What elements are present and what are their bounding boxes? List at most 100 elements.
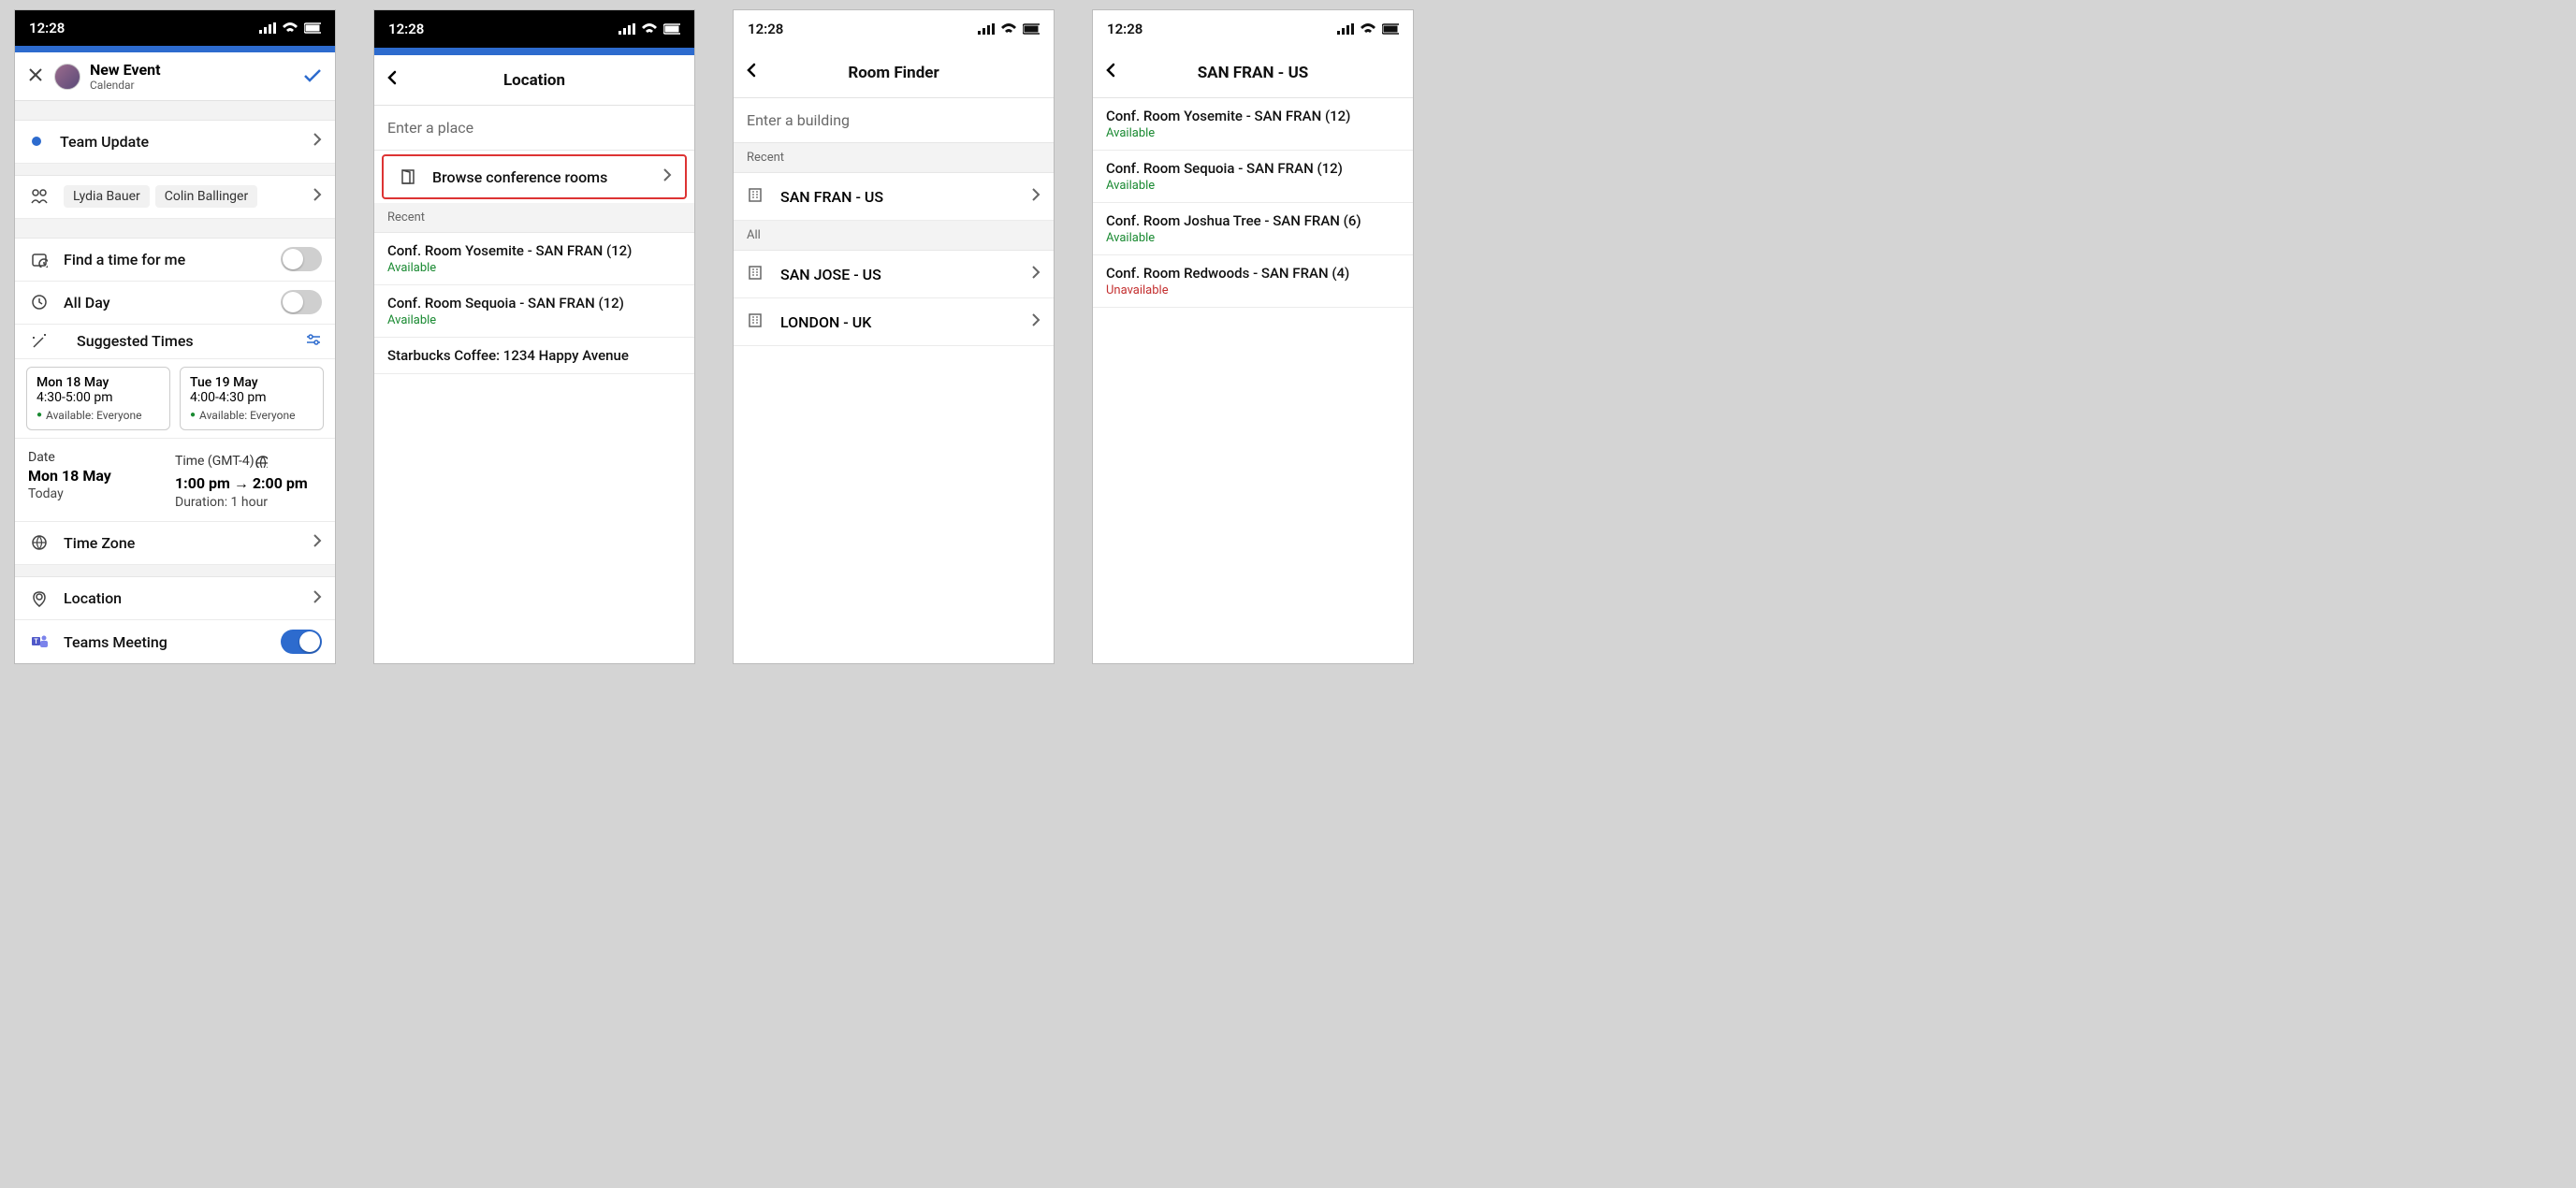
room-name: Conf. Room Joshua Tree - SAN FRAN (6): [1106, 212, 1400, 229]
teams-meeting-row[interactable]: Teams Meeting: [15, 620, 335, 663]
room-item[interactable]: Conf. Room Sequoia - SAN FRAN (12) Avail…: [1093, 151, 1413, 203]
blue-strip: [15, 46, 335, 53]
header-title: New Event: [90, 61, 303, 79]
date-time-grid[interactable]: Date Mon 18 May Today Time (GMT-4) 1:00 …: [15, 439, 335, 522]
room-status: Available: [1106, 231, 1400, 245]
browse-label: Browse conference rooms: [432, 168, 662, 186]
card-availability: Available: Everyone: [36, 409, 160, 422]
chevron-right-icon: [313, 533, 322, 552]
page-title: Room Finder: [848, 64, 939, 82]
phone-new-event: 12:28 New Event Calendar Team Update Lyd…: [14, 9, 336, 664]
room-item[interactable]: Conf. Room Redwoods - SAN FRAN (4) Unava…: [1093, 255, 1413, 308]
people-icon: [28, 188, 51, 205]
chevron-right-icon: [662, 167, 672, 186]
timezone-row[interactable]: Time Zone: [15, 522, 335, 565]
location-label: Location: [64, 589, 313, 607]
event-title-row[interactable]: Team Update: [15, 121, 335, 164]
time-card[interactable]: Mon 18 May 4:30-5:00 pm Available: Every…: [26, 367, 170, 430]
blue-strip: [374, 48, 694, 55]
battery-icon: [663, 23, 680, 35]
teams-toggle[interactable]: [281, 630, 322, 654]
attendee-chip[interactable]: Lydia Bauer: [64, 185, 150, 208]
time-label-row: Time (GMT-4): [175, 450, 322, 472]
chevron-right-icon: [313, 187, 322, 206]
confirm-icon[interactable]: [303, 67, 322, 86]
building-name: SAN FRAN - US: [780, 188, 1031, 206]
find-time-row[interactable]: Find a time for me: [15, 239, 335, 282]
recent-section-label: Recent: [734, 143, 1054, 173]
battery-icon: [1382, 23, 1399, 35]
wifi-icon: [282, 22, 298, 34]
signal-icon: [619, 23, 635, 35]
find-time-label: Find a time for me: [64, 251, 281, 268]
calendar-clock-icon: [28, 251, 51, 268]
room-status: Unavailable: [1106, 283, 1400, 297]
date-value: Mon 18 May: [28, 467, 175, 485]
spacer: [15, 101, 335, 121]
close-icon[interactable]: [28, 67, 43, 86]
chevron-right-icon: [1031, 187, 1041, 206]
globe-icon: [28, 534, 51, 551]
wifi-icon: [1360, 23, 1376, 35]
room-name: Conf. Room Yosemite - SAN FRAN (12): [387, 242, 681, 259]
suggested-cards: Mon 18 May 4:30-5:00 pm Available: Every…: [15, 359, 335, 439]
chevron-right-icon: [1031, 265, 1041, 283]
duration: Duration: 1 hour: [175, 495, 322, 510]
attendee-chip[interactable]: Colin Ballinger: [155, 185, 257, 208]
wand-icon: [28, 333, 51, 350]
avatar: [54, 64, 80, 90]
battery-icon: [1023, 23, 1040, 35]
room-status: Available: [1106, 179, 1400, 193]
building-item[interactable]: SAN JOSE - US: [734, 251, 1054, 298]
status-bar: 12:28: [374, 10, 694, 48]
location-row[interactable]: Location: [15, 577, 335, 620]
status-time: 12:28: [1107, 21, 1142, 37]
building-search-input[interactable]: Enter a building: [734, 98, 1054, 143]
attendees-row[interactable]: Lydia Bauer Colin Ballinger: [15, 176, 335, 219]
browse-rooms-button[interactable]: Browse conference rooms: [382, 154, 687, 199]
room-status: Available: [387, 261, 681, 275]
building-icon: [747, 264, 765, 284]
chevron-right-icon: [1031, 312, 1041, 331]
filter-icon[interactable]: [305, 332, 322, 351]
status-bar: 12:28: [734, 10, 1054, 48]
building-item[interactable]: SAN FRAN - US: [734, 173, 1054, 221]
header-subtitle: Calendar: [90, 79, 303, 92]
card-date: Mon 18 May: [36, 375, 160, 390]
find-time-toggle[interactable]: [281, 247, 322, 271]
spacer: [15, 219, 335, 239]
teams-icon: [28, 633, 51, 650]
room-status: Available: [1106, 126, 1400, 140]
room-item[interactable]: Conf. Room Yosemite - SAN FRAN (12) Avai…: [1093, 98, 1413, 151]
card-time: 4:30-5:00 pm: [36, 390, 160, 405]
card-date: Tue 19 May: [190, 375, 313, 390]
location-search-input[interactable]: Enter a place: [374, 106, 694, 151]
location-header: Location: [374, 55, 694, 106]
location-item[interactable]: Conf. Room Yosemite - SAN FRAN (12) Avai…: [374, 233, 694, 285]
phone-building-rooms: 12:28 SAN FRAN - US Conf. Room Yosemite …: [1092, 9, 1414, 664]
card-availability: Available: Everyone: [190, 409, 313, 422]
back-icon[interactable]: [1106, 63, 1117, 83]
building-item[interactable]: LONDON - UK: [734, 298, 1054, 346]
room-name: Conf. Room Redwoods - SAN FRAN (4): [1106, 265, 1400, 282]
location-item[interactable]: Conf. Room Sequoia - SAN FRAN (12) Avail…: [374, 285, 694, 338]
building-header: SAN FRAN - US: [1093, 48, 1413, 98]
room-item[interactable]: Conf. Room Joshua Tree - SAN FRAN (6) Av…: [1093, 203, 1413, 255]
status-icons: [1337, 23, 1399, 35]
time-card[interactable]: Tue 19 May 4:00-4:30 pm Available: Every…: [180, 367, 324, 430]
all-day-toggle[interactable]: [281, 290, 322, 314]
signal-icon: [259, 22, 276, 34]
location-item[interactable]: Starbucks Coffee: 1234 Happy Avenue: [374, 338, 694, 374]
new-event-header: New Event Calendar: [15, 52, 335, 100]
timezone-label: Time Zone: [64, 534, 313, 552]
back-icon[interactable]: [387, 70, 399, 91]
back-icon[interactable]: [747, 63, 758, 83]
building-icon: [747, 186, 765, 207]
all-day-row[interactable]: All Day: [15, 282, 335, 325]
signal-icon: [978, 23, 995, 35]
time-value: 1:00 pm → 2:00 pm: [175, 474, 322, 493]
status-icons: [978, 23, 1040, 35]
clock-icon: [28, 294, 51, 311]
room-finder-header: Room Finder: [734, 48, 1054, 98]
status-time: 12:28: [748, 21, 783, 37]
